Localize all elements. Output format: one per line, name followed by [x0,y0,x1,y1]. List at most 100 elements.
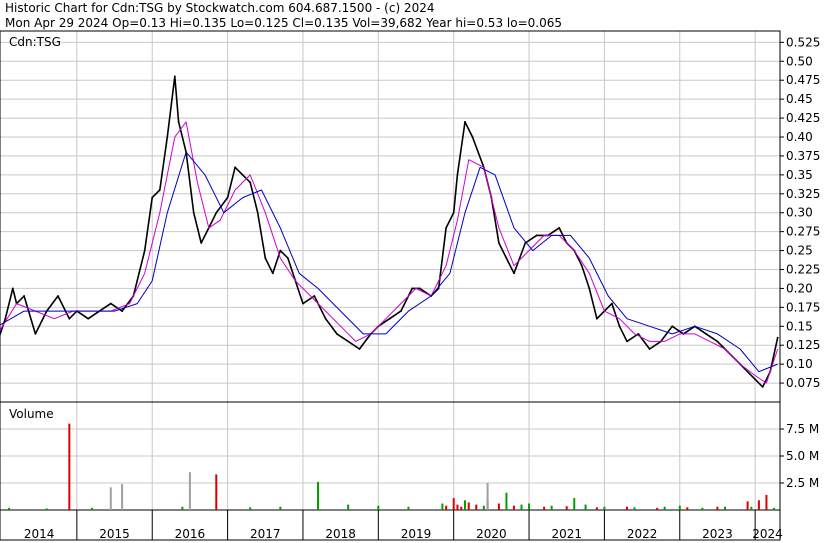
price-tick-label: 0.125 [786,338,820,352]
volume-bar [565,506,568,510]
volume-bar [188,472,191,510]
price-point [143,249,146,252]
price-point [671,325,674,328]
year-label: 2022 [627,527,658,541]
year-label: 2024 [752,527,783,541]
volume-bar [407,506,410,510]
price-point [746,370,749,373]
price-point [249,181,252,184]
price-axis: 0.075 0.10 0.125 0.15 0.175 0.20 0.225 0.25 0.27… [780,35,820,390]
price-point [215,211,218,214]
price-point [580,264,583,267]
price-point [166,136,169,138]
price-tick-label: 0.525 [786,35,820,49]
volume-bar [678,505,681,510]
volume-axis: 2.5 M 5.0 M 7.5 M [780,422,819,490]
price-point [313,295,316,297]
volume-bar [377,505,380,510]
volume-bar [467,502,470,510]
price-point [400,310,402,313]
price-point [241,173,244,176]
price-point [705,332,708,335]
price-point [109,302,112,305]
volume-tick-label: 2.5 M [786,476,819,490]
volume-bar [45,508,48,510]
volume-bar [90,507,93,510]
price-tick-label: 0.35 [786,168,813,182]
price-panel-frame [0,30,781,403]
volume-bar [595,507,598,510]
price-tick-label: 0.425 [786,111,820,125]
price-point [626,340,628,343]
volume-tick-label: 5.0 M [786,449,819,463]
price-point [535,234,538,237]
volume-bar [497,503,500,510]
price-point [358,348,361,350]
price-point [452,211,455,214]
price-point [513,272,515,275]
price-point [776,336,779,339]
year-label: 2021 [551,527,582,541]
volume-bar [603,506,606,510]
year-label: 2023 [702,527,733,541]
price-tick-label: 0.375 [786,149,820,163]
year-label: 2015 [99,527,130,541]
price-point [637,332,640,335]
volume-bar [456,504,459,510]
price-tick-label: 0.25 [786,244,813,258]
price-point [4,317,7,320]
price-point [264,257,267,260]
price-point [192,211,195,214]
volume-bar [121,484,124,510]
volume-bar [463,500,466,510]
volume-bar [486,483,489,510]
price-point [558,226,561,229]
price-point [335,332,338,335]
volume-bar [512,505,515,510]
price-point [271,272,274,275]
volume-bar [765,494,768,510]
volume-bar [550,505,553,510]
price-point [286,257,289,260]
price-point [226,196,229,199]
date-axis: 2014 2015 2016 2017 2018 2019 2020 2021 2022 2023… [24,510,783,541]
price-point [11,287,14,290]
volume-bar [441,503,444,510]
volume-bar [633,507,636,510]
volume-bar [215,474,218,510]
volume-bar [460,506,463,510]
volume-bar [723,506,726,510]
price-tick-label: 0.175 [786,300,820,314]
year-label: 2017 [250,527,281,541]
volume-bar [347,504,350,510]
price-tick-label: 0.075 [786,376,820,390]
price-point [347,340,350,343]
volume-bar [626,506,629,510]
price-point [754,378,757,381]
volume-panel-title: Volume [9,407,54,421]
price-grid [0,31,780,402]
price-point [121,310,123,313]
volume-bar [505,492,508,510]
volume-bar [716,506,719,510]
price-point [234,166,237,169]
volume-bar [181,506,184,510]
price-point [716,340,719,343]
price-point [256,211,259,214]
price-point [611,302,613,305]
volume-bar [686,507,689,510]
short-moving-average-line [0,121,779,384]
price-point [23,295,26,297]
volume-bar [746,501,749,510]
volume-bar [656,507,659,510]
price-tick-label: 0.50 [786,54,813,68]
volume-bar [543,506,546,510]
price-tick-label: 0.10 [786,357,813,371]
volume-tick-label: 7.5 M [786,422,819,436]
price-point [618,325,621,328]
price-panel-title: Cdn:TSG [9,35,61,49]
price-point [158,189,161,191]
price-tick-label: 0.15 [786,319,813,333]
price-point [505,257,508,260]
price-point [177,120,180,123]
